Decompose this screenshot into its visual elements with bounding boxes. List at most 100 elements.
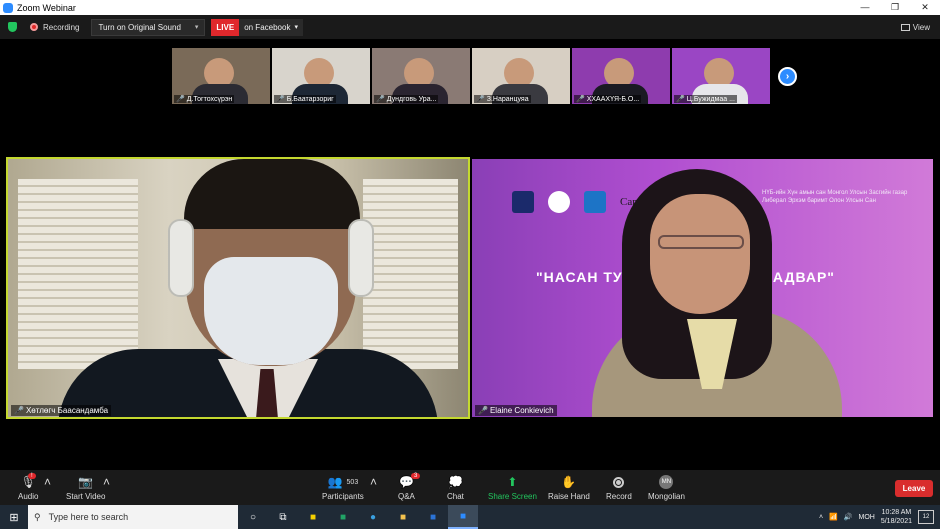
share-screen-icon: ⬆ [507, 475, 518, 489]
view-label: View [912, 22, 930, 32]
input-language[interactable]: МОН [859, 514, 875, 521]
zoom-taskbar-icon[interactable]: ■ [448, 505, 478, 529]
security-shield-icon[interactable] [8, 22, 17, 32]
participants-label: Participants [322, 492, 364, 501]
participant-name-tag: 🎤 ХХААХҮЯ-Б.О... [574, 95, 642, 103]
live-badge: LIVE [211, 18, 240, 36]
chat-button[interactable]: 💭 Chat [447, 475, 464, 501]
participant-name-tag: 🎤 Ц.Бужидмаа ... [674, 95, 737, 103]
window-titlebar: Zoom Webinar — ❐ ✕ [0, 0, 940, 15]
taskbar-clock[interactable]: 10:28 AM 5/18/2021 [881, 508, 912, 526]
original-sound-label: Turn on Original Sound [98, 22, 181, 32]
participant-thumbnail[interactable]: 🎤 З.Наранцуяа [472, 48, 570, 104]
windows-start-icon[interactable]: ⊞ [0, 505, 28, 529]
participant-thumbnail[interactable]: 🎤 ХХААХҮЯ-Б.О... [572, 48, 670, 104]
volume-icon[interactable]: 🔊 [844, 513, 853, 521]
participant-thumbnail[interactable]: 🎤 Д.Тогтохсүрэн [172, 48, 270, 104]
share-screen-button[interactable]: ⬆ Share Screen [488, 475, 537, 501]
organization-seal-logo [548, 191, 570, 213]
window-blind [18, 179, 138, 369]
grid-view-icon [900, 23, 910, 31]
video-off-icon: 📷 [78, 475, 94, 489]
task-view-icon[interactable]: ⧉ [268, 505, 298, 529]
participant-name: Б.Баатарзориг [286, 96, 334, 103]
original-sound-button[interactable]: Turn on Original Sound ▾ [91, 18, 206, 36]
language-label: Mongolian [648, 492, 685, 501]
raise-hand-icon: ✋ [561, 475, 577, 489]
network-icon[interactable]: 📶 [829, 513, 838, 521]
qa-button[interactable]: 💬 3 Q&A [398, 473, 421, 501]
mic-muted-icon: 🎤 [476, 96, 485, 103]
edge-icon[interactable]: ● [358, 505, 388, 529]
recording-dot-icon [30, 23, 38, 31]
video-name-tag: 🎤 Хөтлөгч Баасандамба [11, 405, 112, 416]
record-icon [613, 476, 625, 488]
main-video-active-speaker[interactable]: 🎤 Хөтлөгч Баасандамба [6, 157, 470, 419]
audio-button[interactable]: 🎙 ! Audio [18, 473, 39, 501]
headphone-icon [348, 219, 374, 297]
sticky-notes-icon[interactable]: ■ [298, 505, 328, 529]
view-button[interactable]: View [900, 22, 930, 32]
speaker-hair [184, 159, 360, 229]
left-video-name: Хөтлөгч Баасандамба [25, 406, 109, 415]
next-page-arrow-icon[interactable]: › [778, 67, 797, 86]
cortana-icon[interactable]: ○ [238, 505, 268, 529]
participant-name-tag: 🎤 Д.Тогтохсүрэн [174, 95, 235, 103]
word-icon[interactable]: ■ [418, 505, 448, 529]
mic-muted-icon: 🎤 [376, 96, 385, 103]
record-label: Record [606, 492, 632, 501]
window-title: Zoom Webinar [17, 2, 76, 13]
window-controls: — ❐ ✕ [850, 2, 940, 13]
chat-label: Chat [447, 492, 464, 501]
minimize-button[interactable]: — [850, 2, 880, 13]
audio-label: Audio [18, 492, 39, 501]
mic-muted-icon: 🎤 [14, 406, 24, 415]
zoom-app-icon [3, 2, 13, 13]
notification-center-icon[interactable]: 12 [918, 510, 934, 524]
close-button[interactable]: ✕ [910, 2, 940, 13]
taskbar-search-box[interactable]: ⚲ Type here to search [28, 505, 238, 529]
slide-banner-left: "НАСАН ТУ [536, 269, 623, 285]
meeting-toolbar: 🎙 ! Audio ˄ 📷 Start Video ˄ 👥 503 Partici… [0, 470, 940, 505]
show-hidden-icons-icon[interactable]: ˄ [819, 514, 823, 521]
audio-options-caret[interactable]: ˄ [44, 475, 51, 492]
record-icon-wrap [613, 475, 625, 489]
qa-count-badge: 3 [411, 473, 421, 479]
participant-thumbnail[interactable]: 🎤 Дундговь Ура... [372, 48, 470, 104]
chevron-up-icon: ˄ [370, 475, 378, 489]
raise-hand-button[interactable]: ✋ Raise Hand [548, 475, 590, 501]
participant-name: Дундговь Ура... [386, 96, 437, 103]
headphone-icon [168, 219, 194, 297]
file-explorer-icon[interactable]: ■ [388, 505, 418, 529]
video-options-caret[interactable]: ˄ [103, 475, 110, 492]
participant-name: Д.Тогтохсүрэн [186, 96, 233, 103]
participants-options-caret[interactable]: ˄ [370, 475, 377, 492]
maximize-button[interactable]: ❐ [880, 2, 910, 13]
chevron-down-icon[interactable]: ▾ [195, 23, 199, 31]
leave-button[interactable]: Leave [895, 480, 933, 497]
excel-icon[interactable]: ■ [328, 505, 358, 529]
video-name-tag: 🎤 Elaine Conkievich [475, 405, 557, 416]
language-icon: MN [659, 475, 674, 489]
live-stream-indicator[interactable]: LIVE on Facebook ▾ [211, 18, 303, 36]
participant-thumbnail-strip: 🎤 Д.Тогтохсүрэн 🎤 Б.Баатарзориг 🎤 Дундговь … [172, 48, 770, 104]
participant-thumbnail[interactable]: 🎤 Б.Баатарзориг [272, 48, 370, 104]
language-interpretation-button[interactable]: MN Mongolian [648, 475, 685, 501]
start-video-button[interactable]: 📷 Start Video [66, 475, 105, 501]
participants-button[interactable]: 👥 503 Participants [322, 475, 364, 501]
chevron-up-icon: ˄ [44, 475, 52, 489]
main-video-presenter[interactable]: Canada НҮБ-ийн Хүн амын сан Монгол Улсын… [472, 159, 933, 417]
audio-warning-badge: ! [28, 473, 36, 479]
right-video-name: Elaine Conkievich [489, 406, 554, 415]
record-button[interactable]: Record [606, 475, 632, 501]
participants-count: 503 [346, 478, 359, 486]
live-target-dropdown[interactable]: on Facebook ▾ [239, 18, 303, 36]
participant-thumbnail[interactable]: 🎤 Ц.Бужидмаа ... [672, 48, 770, 104]
mongolia-emblem-logo [512, 191, 534, 213]
participant-name: З.Наранцуяа [486, 96, 529, 103]
share-screen-label: Share Screen [488, 492, 537, 501]
clock-time: 10:28 AM [881, 509, 912, 516]
participant-name: ХХААХҮЯ-Б.О... [586, 96, 640, 103]
windows-taskbar: ⊞ ⚲ Type here to search ○ ⧉ ■ ■ ● ■ ■ ■ … [0, 505, 940, 529]
mic-muted-icon: 🎤 [478, 406, 488, 415]
